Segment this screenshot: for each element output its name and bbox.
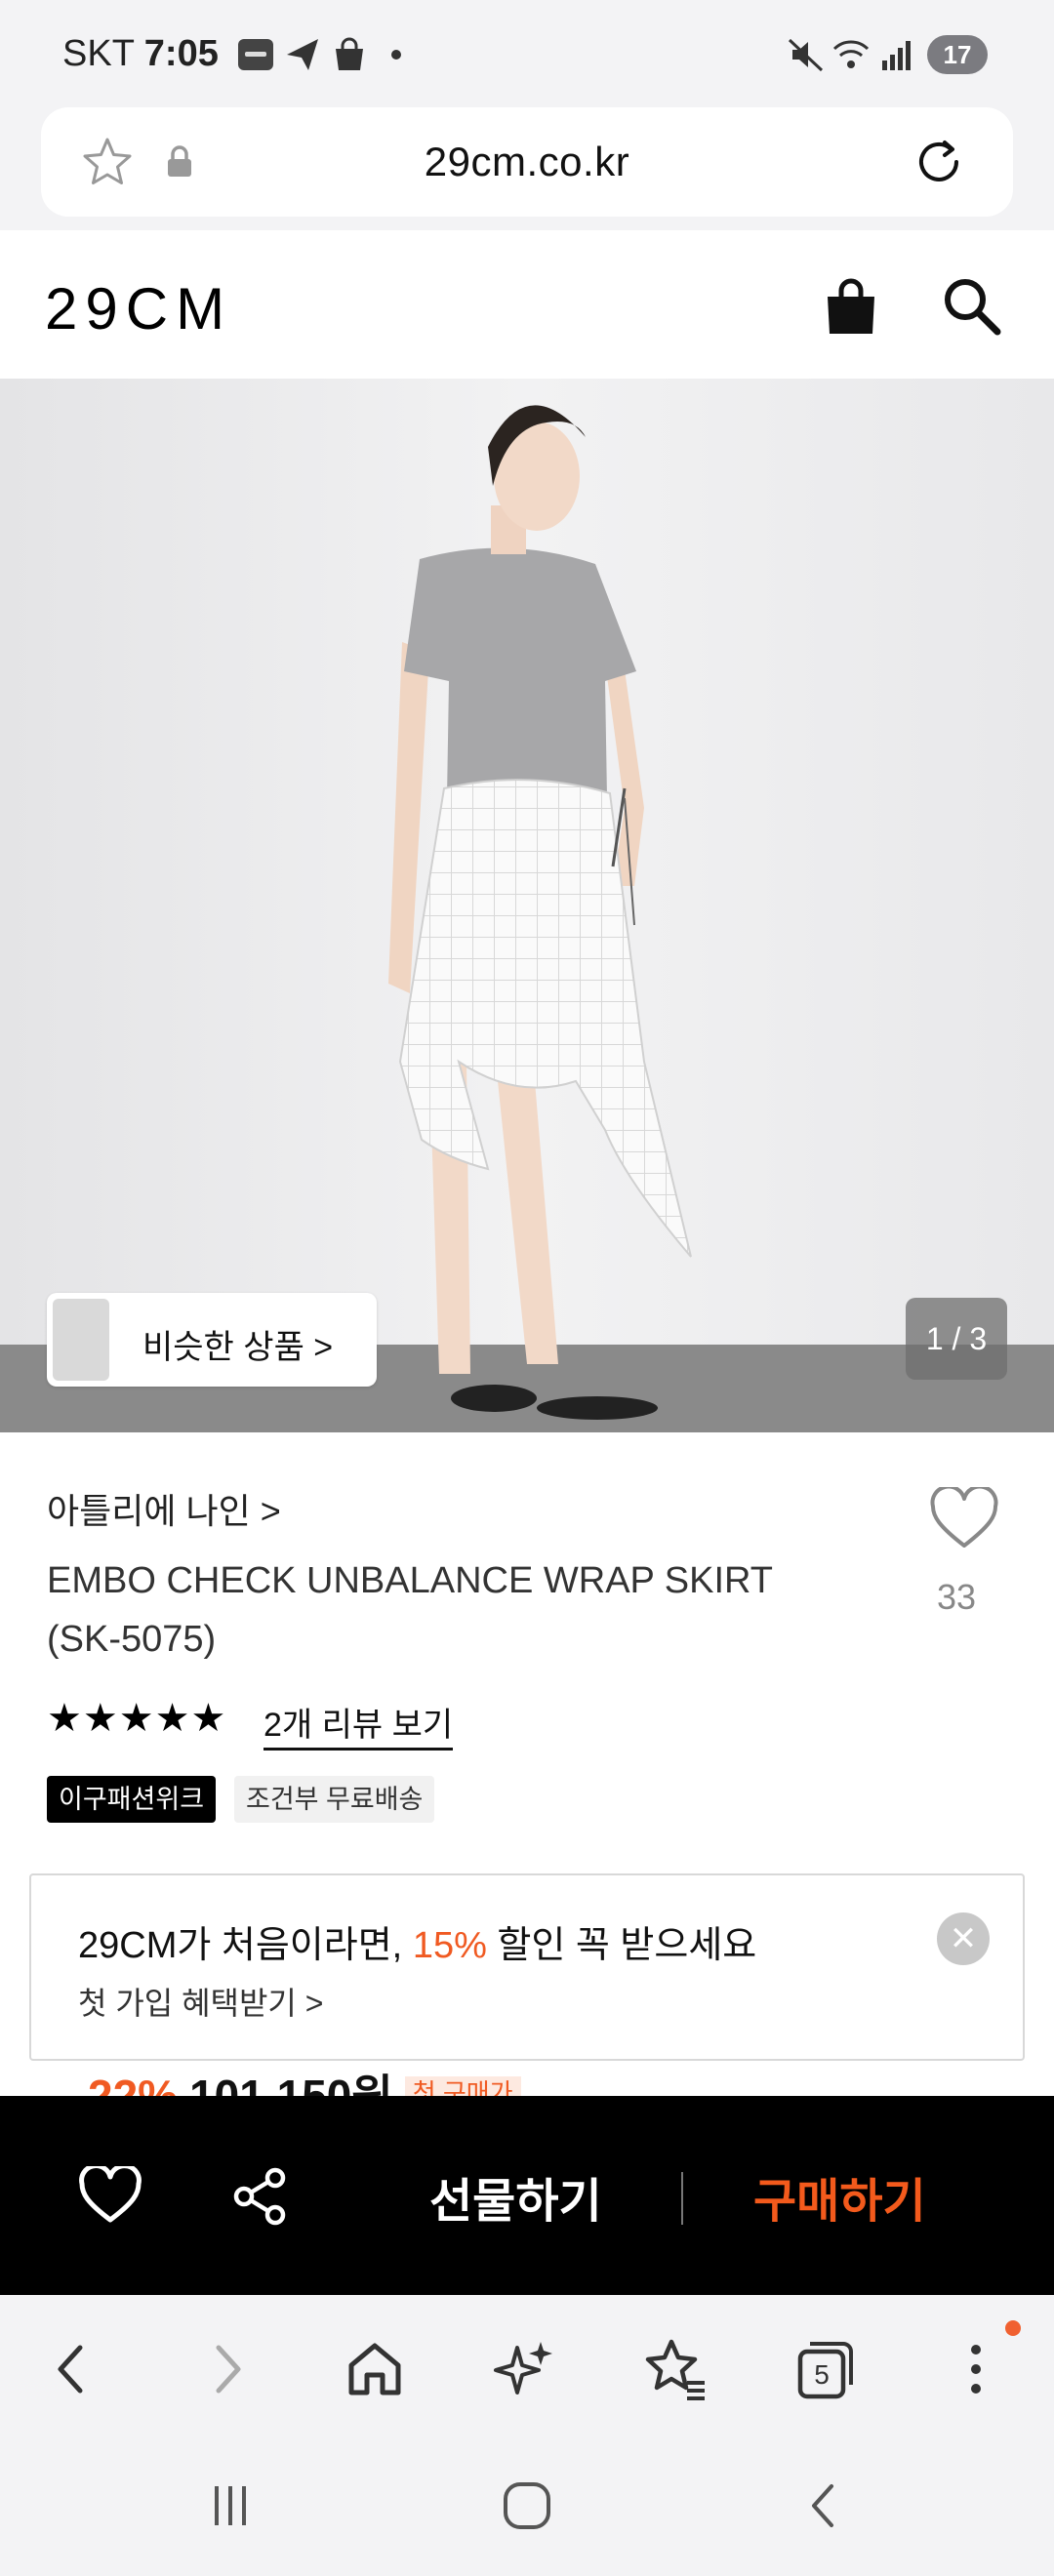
- similar-thumbnail: [53, 1299, 109, 1381]
- brand-link[interactable]: 아틀리에 나인 >: [47, 1483, 281, 1534]
- recent-apps-icon[interactable]: [205, 2480, 256, 2531]
- battery-indicator: 17: [927, 35, 988, 74]
- shopping-bag-icon: [336, 37, 363, 70]
- price-row: 22% 101,150원 첫 구매가: [49, 2061, 1005, 2096]
- url-text[interactable]: 29cm.co.kr: [41, 139, 1013, 185]
- reload-icon[interactable]: [910, 133, 968, 191]
- signal-icon: [882, 41, 911, 70]
- site-header: 29CM: [0, 230, 1054, 379]
- rating-stars: ★★★★★: [47, 1697, 227, 1740]
- browser-toolbar: 5: [0, 2295, 1054, 2441]
- promo-discount: 15%: [412, 1925, 487, 1966]
- back-arrow-icon[interactable]: [37, 2334, 107, 2404]
- like-count: 33: [937, 1577, 977, 1617]
- first-purchase-tag: 첫 구매가: [404, 2076, 521, 2096]
- shipping-badge: 조건부 무료배송: [234, 1776, 435, 1823]
- carrier-label: SKT: [62, 33, 135, 74]
- forward-arrow-icon[interactable]: [191, 2334, 262, 2404]
- buy-button[interactable]: 구매하기: [753, 2162, 926, 2231]
- notification-dot: [1005, 2320, 1021, 2336]
- discount-rate: 22%: [88, 2071, 179, 2096]
- bookmarks-icon[interactable]: [640, 2334, 710, 2404]
- promo-title-suffix: 할인 꼭 받으세요: [486, 1925, 757, 1966]
- wifi-icon: [832, 40, 870, 68]
- product-image[interactable]: [0, 379, 1054, 1432]
- similar-products-button[interactable]: 비슷한 상품 >: [47, 1293, 377, 1387]
- tabs-count: 5: [814, 2359, 830, 2390]
- status-bar: SKT 7:05 17: [0, 0, 1054, 107]
- similar-products-label: 비슷한 상품 >: [142, 1329, 334, 1366]
- tabs-icon[interactable]: 5: [789, 2334, 859, 2404]
- event-badge: 이구패션위크: [47, 1776, 217, 1823]
- app-notification-icon: [238, 39, 273, 70]
- mute-icon: [788, 38, 824, 72]
- image-pager: 1 / 3: [906, 1298, 1007, 1380]
- cart-bag-icon[interactable]: [820, 275, 882, 338]
- site-logo[interactable]: 29CM: [45, 275, 232, 342]
- action-divider: [681, 2172, 683, 2225]
- signup-benefit-link[interactable]: 첫 가입 혜택받기 >: [78, 1979, 323, 2024]
- wishlist-heart-icon[interactable]: [78, 2166, 142, 2225]
- search-icon[interactable]: [939, 273, 1003, 338]
- promo-title: 29CM가 처음이라면, 15% 할인 꼭 받으세요: [78, 1914, 756, 1968]
- heart-icon[interactable]: [929, 1487, 999, 1551]
- clock: 7:05: [143, 33, 219, 74]
- ai-sparkle-icon[interactable]: [490, 2334, 560, 2404]
- system-back-icon[interactable]: [798, 2480, 849, 2531]
- dot-icon: [391, 50, 401, 60]
- home-button-icon[interactable]: [500, 2478, 554, 2533]
- home-icon[interactable]: [340, 2334, 410, 2404]
- status-time: SKT 7:05: [62, 33, 219, 75]
- price-amount: 101,150원: [189, 2071, 393, 2096]
- send-icon: [287, 39, 318, 70]
- address-bar[interactable]: 29cm.co.kr: [41, 107, 1013, 217]
- menu-kebab-icon[interactable]: [941, 2334, 1011, 2404]
- promo-title-prefix: 29CM가 처음이라면,: [78, 1925, 413, 1966]
- close-icon[interactable]: ✕: [937, 1912, 990, 1965]
- system-nav-bar: [0, 2441, 1054, 2576]
- review-link[interactable]: 2개 리뷰 보기: [264, 1698, 454, 1751]
- signup-promo-banner[interactable]: 29CM가 처음이라면, 15% 할인 꼭 받으세요 첫 가입 혜택받기 > ✕: [29, 1873, 1025, 2061]
- purchase-action-bar: 선물하기 구매하기: [0, 2096, 1054, 2295]
- product-photo: [0, 379, 1054, 1432]
- share-icon[interactable]: [230, 2166, 291, 2227]
- product-name: EMBO CHECK UNBALANCE WRAP SKIRT (SK-5075…: [47, 1560, 773, 1660]
- gift-button[interactable]: 선물하기: [429, 2162, 602, 2231]
